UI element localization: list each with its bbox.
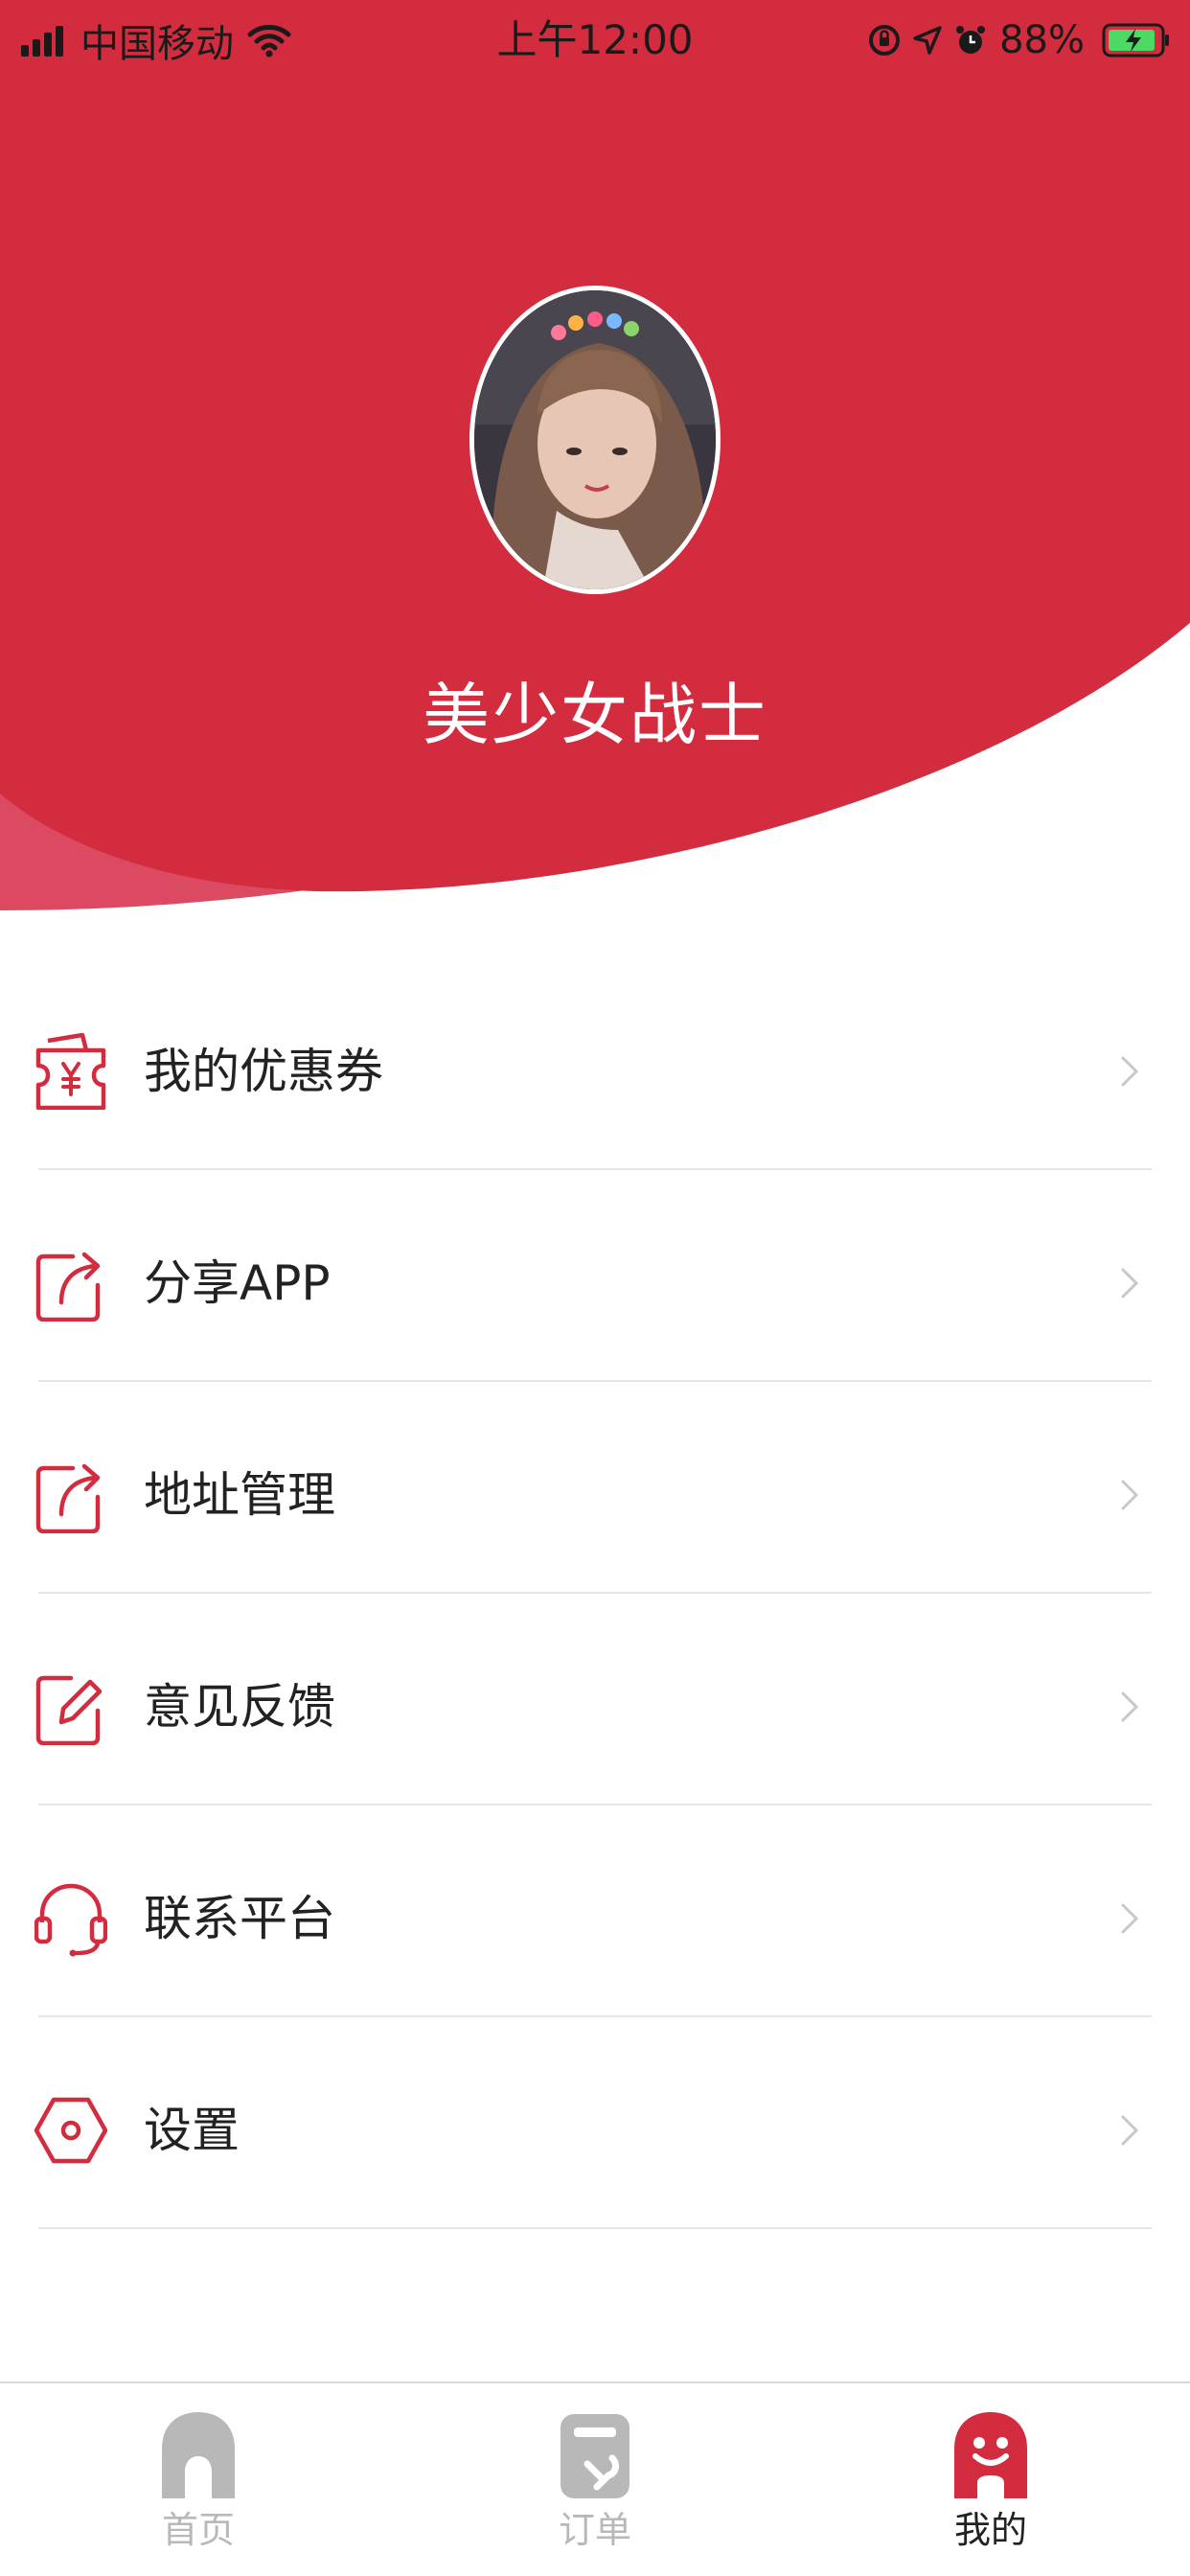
tab-orders[interactable]: 订单 bbox=[499, 2383, 691, 2576]
battery-percentage: 88% bbox=[999, 18, 1085, 62]
menu-item-label: 联系平台 bbox=[144, 1891, 335, 1946]
coupon-icon bbox=[35, 1033, 106, 1110]
menu-item-label: 分享APP bbox=[144, 1255, 331, 1311]
tab-label: 首页 bbox=[161, 2509, 235, 2551]
share-icon bbox=[35, 1463, 101, 1533]
tab-label: 订单 bbox=[558, 2509, 631, 2551]
menu-item-share-app[interactable]: 分享APP bbox=[0, 1170, 1190, 1382]
menu-item-contact[interactable]: 联系平台 bbox=[0, 1806, 1190, 2017]
menu-item-address[interactable]: 地址管理 bbox=[0, 1382, 1190, 1594]
order-icon bbox=[561, 2414, 629, 2498]
menu-item-label: 地址管理 bbox=[144, 1467, 335, 1523]
tab-home[interactable]: 首页 bbox=[103, 2383, 294, 2576]
status-bar: 中国移动 上午12:00 88% bbox=[0, 0, 1190, 80]
avatar-photo bbox=[474, 290, 716, 589]
profile-header: 中国移动 上午12:00 88% 美少女战士 bbox=[0, 0, 1190, 939]
menu-item-label: 设置 bbox=[144, 2103, 240, 2158]
tab-mine[interactable]: 我的 bbox=[895, 2383, 1087, 2576]
share-icon bbox=[35, 1252, 101, 1322]
alarm-icon bbox=[956, 26, 986, 54]
menu-item-coupons[interactable]: 我的优惠券 bbox=[0, 958, 1190, 1170]
tab-label: 我的 bbox=[953, 2509, 1027, 2551]
chevron-right-icon bbox=[1121, 1056, 1139, 1087]
avatar[interactable] bbox=[469, 286, 721, 594]
chevron-right-icon bbox=[1121, 1480, 1139, 1510]
chevron-right-icon bbox=[1121, 1691, 1139, 1722]
divider bbox=[38, 2227, 1152, 2229]
mine-icon bbox=[954, 2412, 1027, 2498]
menu-item-label: 意见反馈 bbox=[144, 1679, 335, 1735]
chevron-right-icon bbox=[1121, 1268, 1139, 1299]
home-icon bbox=[162, 2412, 235, 2498]
battery-charging-icon bbox=[1102, 23, 1169, 58]
chevron-right-icon bbox=[1121, 1903, 1139, 1934]
headset-icon bbox=[34, 1883, 107, 1957]
settings-icon bbox=[34, 2097, 107, 2164]
edit-icon bbox=[35, 1675, 103, 1745]
orientation-lock-icon bbox=[869, 25, 901, 56]
menu-item-settings[interactable]: 设置 bbox=[0, 2017, 1190, 2229]
menu-item-label: 我的优惠券 bbox=[144, 1044, 383, 1099]
chevron-right-icon bbox=[1121, 2115, 1139, 2146]
username: 美少女战士 bbox=[423, 676, 767, 754]
menu-list: 我的优惠券 分享APP 地址管理 意见反馈 联系平台 设置 bbox=[0, 958, 1190, 2229]
menu-item-feedback[interactable]: 意见反馈 bbox=[0, 1594, 1190, 1806]
location-icon bbox=[913, 26, 942, 55]
bottom-tab-bar: 首页 订单 我的 bbox=[0, 2381, 1190, 2576]
